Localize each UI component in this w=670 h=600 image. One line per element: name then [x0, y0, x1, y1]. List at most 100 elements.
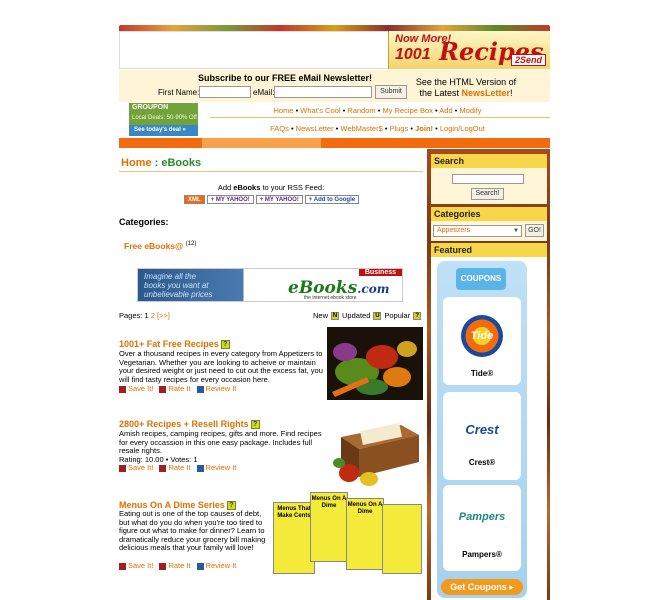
coupons-logo: COUPONS	[456, 268, 506, 290]
listing-description: Over a thousand recipes in every categor…	[119, 349, 323, 384]
first-name-input[interactable]	[199, 86, 251, 98]
nav-whats-cool[interactable]: What's Cool	[300, 106, 340, 115]
listing-actions: Save It! Rate It Review It	[119, 561, 236, 570]
xml-feed-button[interactable]: XML	[184, 195, 205, 204]
my-yahoo-button-2[interactable]: + MY YAHOO!	[255, 195, 303, 204]
chevron-down-icon: ▼	[513, 228, 519, 234]
ebooks-com-banner-ad[interactable]: Imagine all the books you want at unbeliev…	[137, 268, 403, 302]
banner-2send-badge: 2Send	[510, 54, 546, 66]
info-icon[interactable]: ?	[220, 340, 230, 350]
go-button[interactable]: GO!	[525, 224, 544, 237]
categories-heading: Categories:	[119, 217, 169, 227]
category-select[interactable]: Appetizers ▼	[433, 225, 522, 237]
next-page-link[interactable]: [>>]	[157, 311, 170, 320]
rate-it-link[interactable]: Rate It	[159, 384, 191, 393]
recipes-banner-ad[interactable]: Now More! 1001 Recipes 2Send	[388, 31, 550, 69]
first-name-label: First Name:	[158, 88, 200, 97]
info-icon[interactable]: ?	[250, 420, 260, 430]
ebooks-logo-sub: the internet ebook store	[304, 295, 357, 301]
book-cover: Menus That Make Cents	[273, 502, 315, 574]
nav-webmasters[interactable]: WebMaster$	[340, 124, 382, 133]
orange-divider-bar	[119, 138, 550, 148]
save-it-link[interactable]: Save It!	[119, 463, 153, 472]
crest-label[interactable]: Crest®	[443, 458, 521, 467]
ebooks-business-badge: Business	[358, 269, 402, 276]
rss-label: Add eBooks to your RSS Feed:	[217, 183, 325, 192]
banner-number: 1001	[395, 46, 431, 63]
listing-description: Eating out is one of the top causes of d…	[119, 509, 266, 553]
popular-icon[interactable]: ?	[413, 311, 422, 320]
pampers-logo: Pampers	[458, 511, 506, 523]
category-free-ebooks: Free eBooks@ (12)	[124, 241, 196, 251]
nav-add[interactable]: Add	[439, 106, 452, 115]
get-coupons-button[interactable]: Get Coupons ▸	[441, 579, 523, 595]
review-icon	[196, 385, 204, 393]
review-it-link[interactable]: Review It	[196, 384, 236, 393]
nav-faqs[interactable]: FAQs	[270, 124, 289, 133]
tide-label[interactable]: Tide®	[443, 369, 521, 378]
categories-sidebar-heading: Categories	[431, 207, 547, 221]
new-icon[interactable]: N	[331, 311, 340, 320]
my-yahoo-button-1[interactable]: + MY YAHOO!	[206, 195, 254, 204]
nav-join[interactable]: Join!	[415, 124, 433, 133]
listing-title[interactable]: 2800+ Recipes + Resell Rights?	[119, 419, 260, 430]
groupon-ad[interactable]: GROUPON Local Deals: 50-90% Off See toda…	[129, 103, 198, 136]
recipe-box-image	[331, 407, 423, 487]
pampers-label[interactable]: Pampers®	[443, 550, 521, 559]
nav-my-recipe-box[interactable]: My Recipe Box	[382, 106, 432, 115]
nav-divider	[210, 117, 550, 118]
newsletter-link[interactable]: NewsLetter	[462, 88, 511, 98]
listing-title[interactable]: 1001+ Fat Free Recipes?	[119, 339, 230, 350]
listing-actions: Save It! Rate It Review It	[119, 384, 236, 393]
breadcrumb-home[interactable]: Home	[121, 157, 152, 169]
breadcrumb-current: eBooks	[161, 157, 202, 169]
groupon-cta[interactable]: See today's deal »	[129, 125, 198, 136]
sort-popular[interactable]: Popular	[384, 311, 410, 320]
add-to-google-button[interactable]: + Add to Google	[304, 195, 360, 204]
review-it-link[interactable]: Review It	[196, 561, 236, 570]
book-cover	[382, 504, 422, 574]
nav-plugs[interactable]: Plugs	[390, 124, 409, 133]
save-it-link[interactable]: Save It!	[119, 561, 153, 570]
groupon-subtitle: Local Deals: 50-90% Off	[132, 115, 197, 121]
page-title: Home : eBooks	[121, 157, 202, 169]
save-icon	[119, 385, 126, 393]
review-icon	[196, 562, 204, 570]
search-input[interactable]	[452, 174, 524, 184]
sort-controls: New N Updated U Popular?	[313, 311, 422, 320]
rss-buttons: XML + MY YAHOO! + MY YAHOO! + Add to Goo…	[184, 195, 360, 205]
crest-logo: Crest	[465, 422, 499, 437]
rate-icon	[159, 562, 167, 570]
review-it-link[interactable]: Review It	[196, 463, 236, 472]
save-it-link[interactable]: Save It!	[119, 384, 153, 393]
menus-on-a-dime-books-image: Menus That Make Cents Menus On A Dime Me…	[270, 490, 424, 576]
review-icon	[196, 464, 204, 472]
rate-it-link[interactable]: Rate It	[159, 463, 191, 472]
search-button[interactable]: Search!	[471, 188, 504, 200]
nav-modify[interactable]: Modify	[459, 106, 481, 115]
rate-icon	[159, 385, 167, 393]
nav-row-2: FAQs • NewsLetter • WebMaster$ • Plugs •…	[270, 124, 485, 133]
page-2-link[interactable]: 2	[151, 311, 155, 320]
sort-updated[interactable]: Updated	[342, 311, 370, 320]
search-heading: Search	[431, 154, 547, 168]
ebooks-tagline: Imagine all the books you want at unbeliev…	[144, 272, 213, 299]
nav-newsletter[interactable]: NewsLetter	[296, 124, 334, 133]
nav-random[interactable]: Random	[347, 106, 375, 115]
sort-new[interactable]: New	[313, 311, 328, 320]
pagination: Pages: 1 2 [>>]	[119, 311, 170, 320]
rate-it-link[interactable]: Rate It	[159, 561, 191, 570]
vegetables-image	[327, 327, 423, 400]
submit-button[interactable]: Submit	[375, 85, 407, 99]
save-icon	[119, 562, 126, 570]
save-icon	[119, 464, 126, 472]
nav-row-1: Home • What's Cool • Random • My Recipe …	[273, 106, 482, 115]
book-cover: Menus On A Dime	[310, 492, 348, 562]
category-link[interactable]: Free eBooks@	[124, 241, 183, 251]
listing-description: Amish recipes, camping recipes, gifts an…	[119, 429, 322, 456]
nav-login-logout[interactable]: Login/LogOut	[440, 124, 485, 133]
email-input[interactable]	[274, 86, 372, 98]
updated-icon[interactable]: U	[373, 311, 382, 320]
nav-home[interactable]: Home	[273, 106, 293, 115]
featured-heading: Featured	[431, 243, 547, 257]
